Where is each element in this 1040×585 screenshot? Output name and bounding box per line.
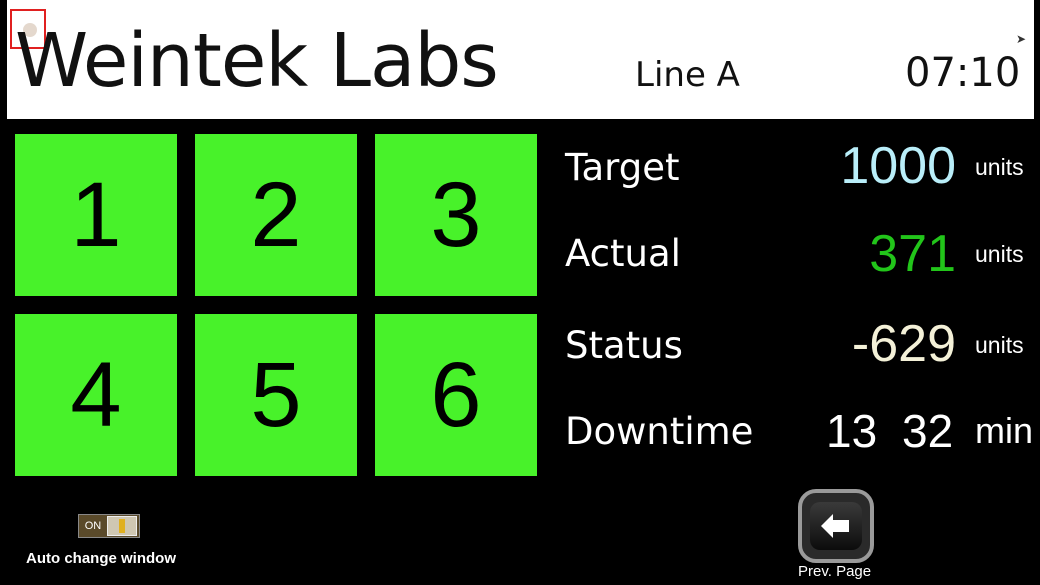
actual-value: 371	[869, 225, 956, 283]
station-tile-5[interactable]: 5	[195, 314, 357, 476]
status-value: -629	[851, 315, 956, 373]
status-label: Status	[565, 324, 683, 367]
downtime-minutes: 32	[902, 405, 954, 457]
toggle-caption: Auto change window	[26, 550, 176, 567]
toggle-knob[interactable]	[107, 516, 137, 536]
prev-page-button[interactable]	[798, 489, 874, 563]
line-name: Line A	[635, 55, 740, 95]
downtime-hours: 13	[826, 405, 878, 457]
auto-change-toggle[interactable]: ON	[78, 514, 140, 538]
mouse-cursor-icon: ➤	[1016, 32, 1027, 46]
toggle-state-label: ON	[84, 520, 102, 532]
station-tile-4[interactable]: 4	[15, 314, 177, 476]
downtime-unit: min	[975, 410, 1034, 451]
station-tile-6[interactable]: 6	[375, 314, 537, 476]
actual-label: Actual	[565, 232, 681, 275]
target-label: Target	[565, 146, 680, 189]
arrow-left-icon	[810, 502, 862, 550]
header-bar: Weintek Labs Line A 07:10 ➤	[7, 0, 1034, 119]
downtime-label: Downtime	[565, 410, 754, 453]
actual-unit: units	[975, 241, 1024, 267]
clock: 07:10	[905, 50, 1021, 96]
brand-title: Weintek Labs	[15, 18, 499, 104]
prev-page-caption: Prev. Page	[798, 563, 872, 580]
station-tile-3[interactable]: 3	[375, 134, 537, 296]
target-unit: units	[975, 154, 1024, 180]
station-tile-1[interactable]: 1	[15, 134, 177, 296]
status-unit: units	[975, 332, 1024, 358]
station-tile-2[interactable]: 2	[195, 134, 357, 296]
target-value: 1000	[840, 137, 956, 195]
